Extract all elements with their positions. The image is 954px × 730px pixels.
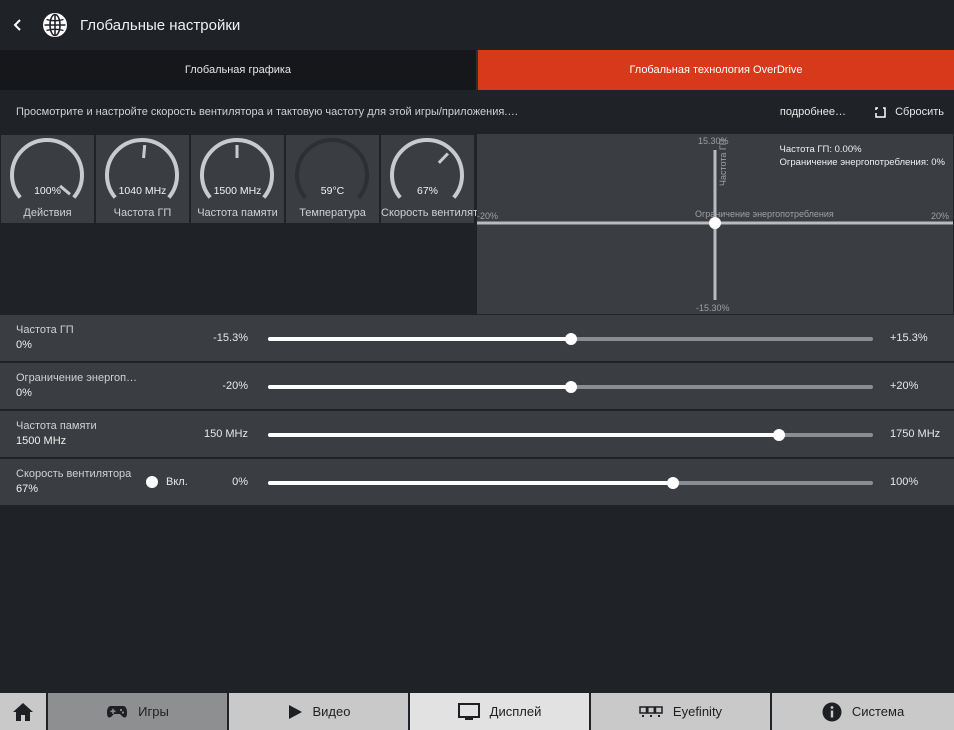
- gauge-needle: [142, 144, 147, 159]
- slider-track[interactable]: [268, 429, 873, 441]
- graph-info: Частота ГП: 0.00% Ограничение энергопотр…: [780, 143, 945, 169]
- slider-label: Скорость вентилятора: [16, 468, 132, 480]
- slider-max: 1750 MHz: [890, 428, 941, 440]
- nav-eyefinity[interactable]: Eyefinity: [591, 693, 772, 730]
- slider-label: Частота ГП: [16, 324, 74, 336]
- reset-button[interactable]: Сбросить: [874, 106, 944, 119]
- slider-min: 150 MHz: [203, 428, 248, 440]
- slider-label: Частота памяти: [16, 420, 97, 432]
- globe-icon: [43, 13, 67, 37]
- nav-games[interactable]: Игры: [48, 693, 229, 730]
- gauge-panel: 100% Действия 1040 MHz Частота ГП 1500 M…: [0, 134, 497, 314]
- slider-thumb[interactable]: [564, 333, 577, 345]
- gauge-needle: [437, 152, 449, 164]
- tab-global-graphics[interactable]: Глобальная графика: [0, 50, 478, 90]
- slider-max: +15.3%: [890, 332, 928, 344]
- nav-video-label: Видео: [312, 704, 351, 719]
- slider-thumb[interactable]: [773, 429, 786, 441]
- gauge-activity: 100% Действия: [1, 135, 94, 223]
- home-icon: [13, 702, 33, 721]
- gauge-fan-speed: 67% Скорость вентилятора: [381, 135, 497, 223]
- graph-x-right: 20%: [931, 211, 950, 221]
- slider-row-fan-speed: Скорость вентилятора 67% Вкл. 0% 100%: [0, 459, 954, 505]
- slider-track[interactable]: [268, 333, 873, 345]
- gauge-gpu-clock: 1040 MHz Частота ГП: [96, 135, 189, 223]
- slider-max: +20%: [890, 380, 919, 392]
- slider-value: 67%: [16, 483, 39, 495]
- tab-bar: Глобальная графика Глобальная технология…: [0, 50, 954, 90]
- graph-y-axis-label: Частота ГП: [718, 138, 728, 186]
- gauge-label: Действия: [23, 207, 72, 219]
- gauge-value: 1040 MHz: [118, 185, 167, 197]
- gauge-value: 100%: [34, 185, 61, 197]
- page-title: Глобальные настройки: [80, 16, 241, 34]
- eyefinity-icon: [639, 705, 663, 717]
- slider-max: 100%: [890, 476, 919, 488]
- description-row: Просмотрите и настройте скорость вентиля…: [0, 90, 954, 134]
- chevron-left-icon: [13, 19, 21, 31]
- reset-label: Сбросить: [895, 106, 944, 118]
- slider-label: Ограничение энергоп…: [16, 372, 138, 384]
- gamepad-icon: [107, 705, 128, 717]
- graph-x-left: -20%: [477, 211, 499, 221]
- fan-toggle[interactable]: Вкл.: [146, 476, 188, 488]
- gauge-value: 59°C: [320, 185, 345, 197]
- gauge-label: Температура: [299, 207, 366, 219]
- nav-games-label: Игры: [138, 704, 169, 719]
- slider-value: 0%: [16, 387, 32, 399]
- slider-row-memory-clock: Частота памяти 1500 MHz 150 MHz 1750 MHz: [0, 411, 954, 457]
- more-link[interactable]: подробнее…: [780, 106, 846, 118]
- graph-info-gpu: Частота ГП: 0.00%: [779, 144, 862, 155]
- slider-track[interactable]: [268, 477, 873, 489]
- nav-display-label: Дисплей: [489, 704, 542, 719]
- gauge-label: Частота ГП: [113, 207, 172, 219]
- slider-track[interactable]: [268, 381, 873, 393]
- tab-global-overdrive[interactable]: Глобальная технология OverDrive: [478, 50, 954, 90]
- slider-min: -15.3%: [213, 332, 248, 344]
- title-bar: Глобальные настройки: [0, 0, 954, 50]
- slider-row-power-limit: Ограничение энергоп… 0% -20% +20%: [0, 363, 954, 409]
- nav-system[interactable]: Система: [772, 693, 954, 730]
- gauge-temperature: 59°C Температура: [286, 135, 379, 223]
- slider-value: 1500 MHz: [16, 435, 67, 447]
- bottom-nav: Игры Видео Дисплей Eyefinity Система: [0, 693, 954, 730]
- slider-min: -20%: [222, 380, 248, 392]
- slider-thumb[interactable]: [667, 477, 680, 489]
- gauge-value: 67%: [416, 185, 438, 197]
- toggle-indicator: [146, 476, 158, 488]
- nav-display[interactable]: Дисплей: [410, 693, 591, 730]
- slider-min: 0%: [232, 476, 248, 488]
- overdrive-graph[interactable]: 15.30% -15.30% -20% 20% Ограничение энер…: [477, 134, 953, 314]
- slider-value: 0%: [16, 339, 32, 351]
- graph-info-power: Ограничение энергопотребления: 0%: [779, 157, 945, 168]
- monitor-icon: [457, 702, 480, 720]
- info-icon: [822, 702, 842, 721]
- graph-y-bottom: -15.30%: [696, 303, 730, 313]
- slider-row-gpu-clock: Частота ГП 0% -15.3% +15.3%: [0, 315, 954, 361]
- slider-thumb[interactable]: [564, 381, 577, 393]
- description-text: Просмотрите и настройте скорость вентиля…: [16, 106, 519, 118]
- graph-x-axis-label: Ограничение энергопотребления: [695, 209, 834, 219]
- nav-home[interactable]: [0, 693, 48, 730]
- nav-eyefinity-label: Eyefinity: [672, 704, 723, 719]
- gauge-value: 1500 MHz: [213, 185, 262, 197]
- back-button[interactable]: [2, 0, 34, 50]
- play-icon: [288, 704, 302, 719]
- nav-video[interactable]: Видео: [229, 693, 410, 730]
- gauge-memory-clock: 1500 MHz Частота памяти: [191, 135, 284, 223]
- reset-icon: [875, 106, 886, 118]
- toggle-label: Вкл.: [166, 476, 188, 488]
- gauge-label: Частота памяти: [197, 207, 278, 219]
- gauge-label: Скорость вентилятора: [381, 207, 497, 219]
- nav-system-label: Система: [851, 704, 905, 719]
